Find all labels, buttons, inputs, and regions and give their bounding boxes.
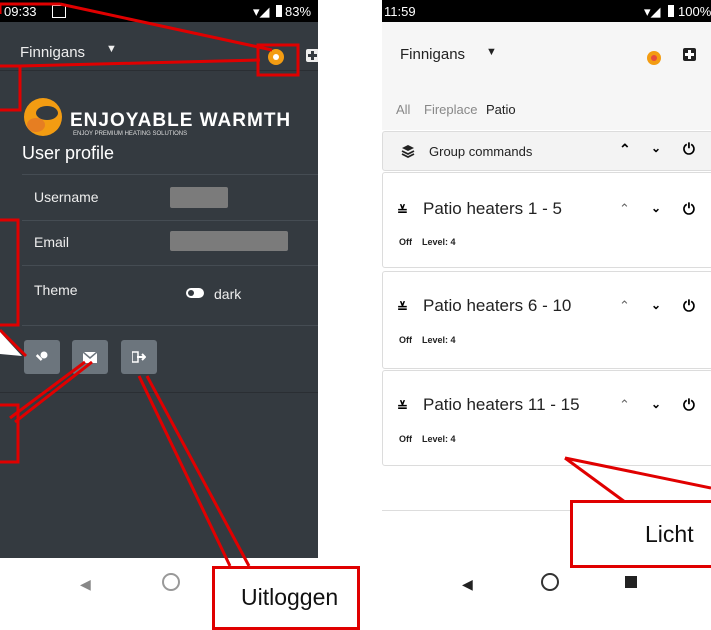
logout-callout: Uitloggen (212, 566, 360, 630)
light-callout: Licht (570, 500, 711, 568)
logout-callout-text: Uitloggen (241, 584, 339, 610)
light-callout-text: Licht (645, 521, 694, 547)
